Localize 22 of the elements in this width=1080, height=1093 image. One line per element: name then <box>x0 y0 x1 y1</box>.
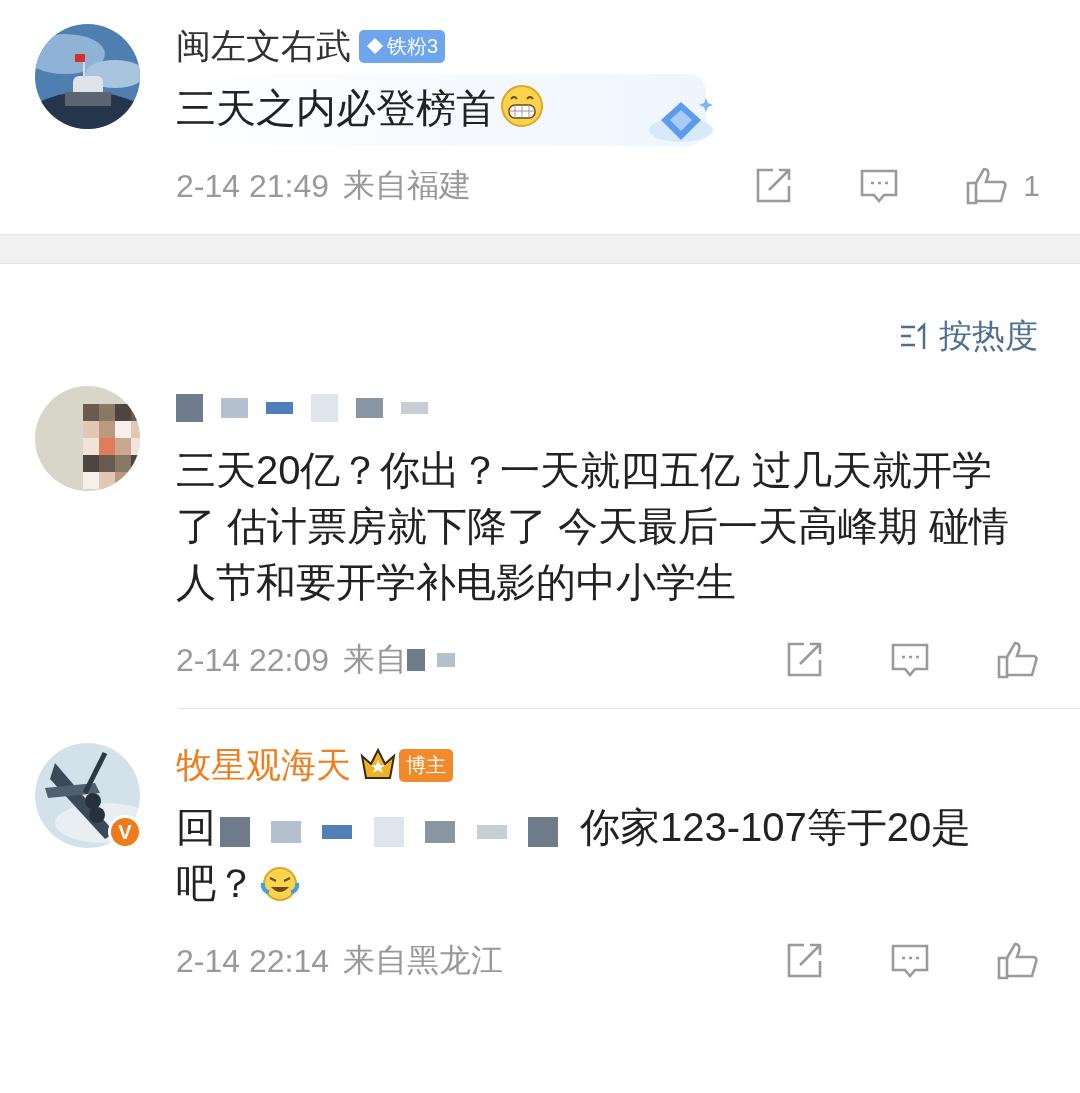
sort-button[interactable]: 按热度 <box>899 316 1038 356</box>
comment-location: 来自 <box>343 640 407 679</box>
diamond-icon <box>366 37 384 55</box>
user-badge: 博主 <box>399 748 453 782</box>
like-icon[interactable] <box>996 941 1040 981</box>
like-count: 1 <box>1023 169 1040 203</box>
user-badge: 铁粉3 <box>359 29 446 63</box>
comment-text: 三天20亿？你出？一天就四五亿 过几天就开学了 估计票房就下降了 今天最后一天高峰期 碰情人节和要开学补电影的中小学生 <box>176 447 1011 606</box>
comment-text: 回 你家123-107等于20是吧？ <box>176 804 973 907</box>
crown-icon <box>359 748 397 782</box>
comment-text: 三天之内必登榜首 <box>176 80 544 136</box>
comment-time: 2-14 22:14 <box>176 942 329 980</box>
comment-location: 来自福建 <box>343 166 471 205</box>
user-name[interactable]: 牧星观海天 <box>176 741 351 789</box>
like-icon[interactable] <box>996 640 1040 680</box>
comment-time: 2-14 22:09 <box>176 641 329 679</box>
verified-badge: V <box>108 815 142 849</box>
user-name[interactable]: 闽左文右武 <box>176 22 351 70</box>
comment-time: 2-14 21:49 <box>176 167 329 205</box>
grinning-face-icon <box>500 84 544 128</box>
comment-location: 来自黑龙江 <box>343 941 503 980</box>
like-icon[interactable] <box>965 166 1010 206</box>
